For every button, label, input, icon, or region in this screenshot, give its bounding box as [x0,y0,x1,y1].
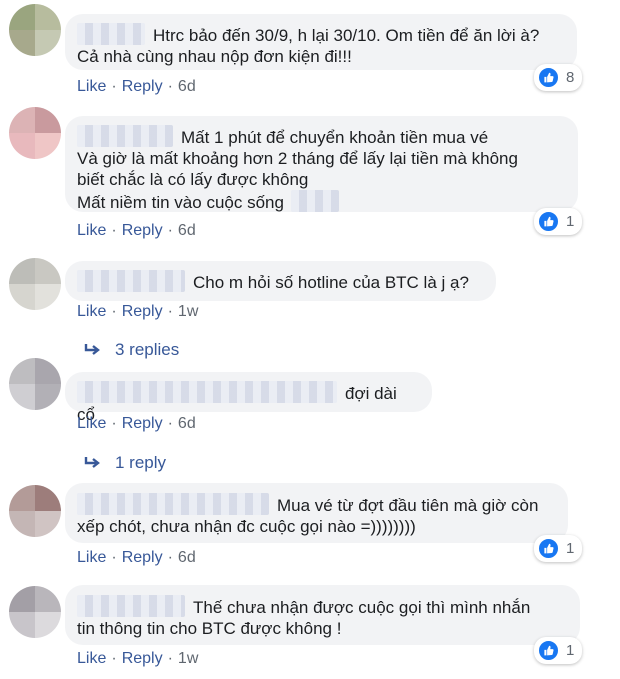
blurred-author-name[interactable] [77,595,185,617]
comment-text-line: xếp chót, chưa nhận đc cuộc gọi nào =)))… [77,517,416,536]
reply-arrow-icon [84,344,100,355]
reaction-count[interactable]: 8 [534,64,583,91]
comment-actions: Like · Reply · 6d [77,222,196,240]
reply-link[interactable]: Reply [122,650,163,667]
avatar[interactable] [9,485,61,537]
separator: · [167,650,173,667]
view-replies-link[interactable]: 1 reply [84,453,166,473]
like-link[interactable]: Like [77,78,106,95]
reply-link[interactable]: Reply [122,415,163,432]
like-link[interactable]: Like [77,222,106,239]
avatar[interactable] [9,4,61,56]
comment-text-line: Cho m hỏi số hotline của BTC là j ạ? [193,273,469,292]
comment-actions: Like · Reply · 1w [77,303,198,321]
reaction-number: 1 [566,642,575,659]
reply-link[interactable]: Reply [122,549,163,566]
replies-label: 1 reply [115,453,167,472]
separator: · [111,303,117,320]
thumbs-up-icon [537,537,560,560]
separator: · [111,78,117,95]
like-link[interactable]: Like [77,415,106,432]
avatar[interactable] [9,258,61,310]
comment-text-line: Thế chưa nhận được cuộc gọi thì mình nhắ… [193,598,531,617]
timestamp[interactable]: 1w [178,303,198,320]
reply-arrow-icon [84,457,100,468]
blurred-emoji [290,190,339,212]
reply-link[interactable]: Reply [122,303,163,320]
timestamp[interactable]: 6d [178,549,196,566]
avatar[interactable] [9,358,61,410]
separator: · [167,222,173,239]
avatar[interactable] [9,107,61,159]
reaction-count[interactable]: 1 [534,208,583,235]
thumbs-up-icon [537,210,560,233]
view-replies-link[interactable]: 3 replies [84,340,179,360]
comment-bubble: Cho m hỏi số hotline của BTC là j ạ? [65,261,496,301]
blurred-author-name[interactable] [77,493,269,515]
comment-text-line: biết chắc là có lấy được không [77,170,309,189]
blurred-author-name[interactable] [77,381,337,403]
reaction-count[interactable]: 1 [534,637,583,664]
separator: · [111,549,117,566]
reply-link[interactable]: Reply [122,78,163,95]
comment-text-line: Cả nhà cùng nhau nộp đơn kiện đi!!! [77,47,352,66]
comment-bubble: Mất 1 phút để chuyển khoản tiền mua vé V… [65,116,578,212]
like-link[interactable]: Like [77,549,106,566]
separator: · [111,650,117,667]
comment-text-line: Mua vé từ đợt đầu tiên mà giờ còn [277,496,539,515]
avatar[interactable] [9,586,61,638]
comment-actions: Like · Reply · 6d [77,415,196,433]
separator: · [111,415,117,432]
like-link[interactable]: Like [77,650,106,667]
comment-text-line: Và giờ là mất khoảng hơn 2 tháng để lấy … [77,149,518,168]
separator: · [167,415,173,432]
thumbs-up-icon [537,639,560,662]
replies-label: 3 replies [115,340,180,359]
separator: · [111,222,117,239]
blurred-author-name[interactable] [77,125,173,147]
reply-link[interactable]: Reply [122,222,163,239]
comment-text-line: tin thông tin cho BTC được không ! [77,619,342,638]
comment-bubble: Htrc bảo đến 30/9, h lại 30/10. Om tiền … [65,14,577,70]
thumbs-up-icon [537,66,560,89]
comment-bubble: đợi dài cổ [65,372,432,424]
reaction-number: 1 [566,213,575,230]
comment-actions: Like · Reply · 1w [77,650,198,668]
comment-actions: Like · Reply · 6d [77,78,196,96]
comment-text-line: Mất 1 phút để chuyển khoản tiền mua vé [181,128,489,147]
comment-bubble: Mua vé từ đợt đầu tiên mà giờ còn xếp ch… [65,483,568,543]
separator: · [167,303,173,320]
reaction-count[interactable]: 1 [534,535,583,562]
comment-text-line: Htrc bảo đến 30/9, h lại 30/10. Om tiền … [153,26,540,45]
reaction-number: 8 [566,69,575,86]
separator: · [167,78,173,95]
timestamp[interactable]: 6d [178,78,196,95]
separator: · [167,549,173,566]
comment-text-line: Mất niềm tin vào cuộc sống [77,193,284,212]
blurred-author-name[interactable] [77,23,145,45]
timestamp[interactable]: 6d [178,222,196,239]
blurred-author-name[interactable] [77,270,185,292]
timestamp[interactable]: 1w [178,650,198,667]
comment-actions: Like · Reply · 6d [77,549,196,567]
comment-bubble: Thế chưa nhận được cuộc gọi thì mình nhắ… [65,585,580,645]
reaction-number: 1 [566,540,575,557]
like-link[interactable]: Like [77,303,106,320]
timestamp[interactable]: 6d [178,415,196,432]
